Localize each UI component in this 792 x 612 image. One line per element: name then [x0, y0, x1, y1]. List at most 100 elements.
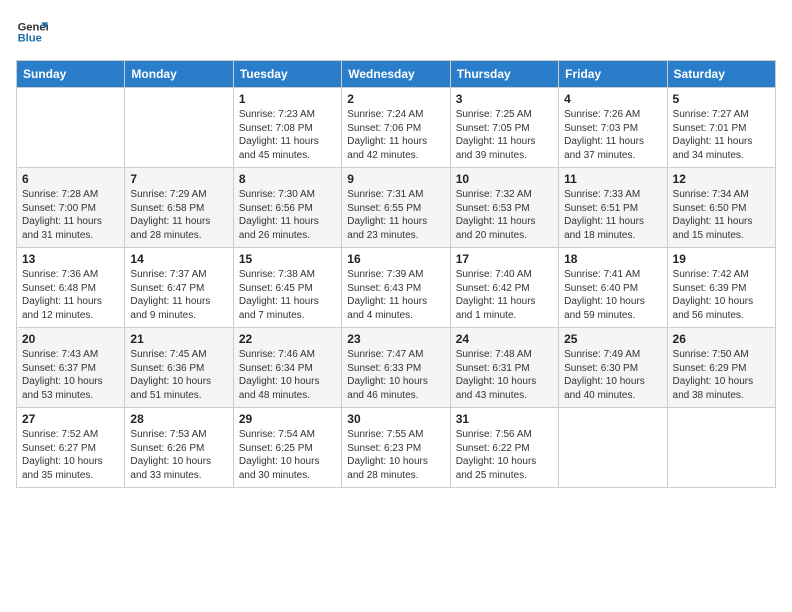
day-info: Sunrise: 7:56 AM Sunset: 6:22 PM Dayligh…: [456, 428, 553, 482]
day-info: Sunrise: 7:53 AM Sunset: 6:26 PM Dayligh…: [130, 428, 227, 482]
day-cell: 28 Sunrise: 7:53 AM Sunset: 6:26 PM Dayli…: [125, 408, 233, 488]
day-cell: 27 Sunrise: 7:52 AM Sunset: 6:27 PM Dayli…: [17, 408, 125, 488]
day-cell: 11 Sunrise: 7:33 AM Sunset: 6:51 PM Dayli…: [559, 168, 667, 248]
logo: General Blue: [16, 16, 52, 48]
day-info: Sunrise: 7:26 AM Sunset: 7:03 PM Dayligh…: [564, 108, 661, 162]
day-number: 5: [673, 92, 770, 106]
day-cell: 14 Sunrise: 7:37 AM Sunset: 6:47 PM Dayli…: [125, 248, 233, 328]
day-cell: 10Sunrise: 7:32 AM Sunset: 6:53 PM Dayli…: [450, 168, 558, 248]
day-number: 7: [130, 172, 227, 186]
day-number: 1: [239, 92, 336, 106]
day-number: 20: [22, 332, 119, 346]
day-cell: 1 Sunrise: 7:23 AM Sunset: 7:08 PM Daylig…: [233, 88, 341, 168]
day-info: Sunrise: 7:38 AM Sunset: 6:45 PM Dayligh…: [239, 268, 336, 322]
day-cell: 7 Sunrise: 7:29 AM Sunset: 6:58 PM Daylig…: [125, 168, 233, 248]
day-number: 6: [22, 172, 119, 186]
day-cell: 21Sunrise: 7:45 AM Sunset: 6:36 PM Dayli…: [125, 328, 233, 408]
day-cell: 20 Sunrise: 7:43 AM Sunset: 6:37 PM Dayli…: [17, 328, 125, 408]
day-info: Sunrise: 7:49 AM Sunset: 6:30 PM Dayligh…: [564, 348, 661, 402]
header-row: SundayMondayTuesdayWednesdayThursdayFrid…: [17, 61, 776, 88]
day-cell: 2Sunrise: 7:24 AM Sunset: 7:06 PM Daylig…: [342, 88, 450, 168]
day-info: Sunrise: 7:48 AM Sunset: 6:31 PM Dayligh…: [456, 348, 553, 402]
day-number: 9: [347, 172, 444, 186]
logo-icon: General Blue: [16, 16, 48, 48]
header-cell-sunday: Sunday: [17, 61, 125, 88]
day-number: 28: [130, 412, 227, 426]
day-cell: 15 Sunrise: 7:38 AM Sunset: 6:45 PM Dayli…: [233, 248, 341, 328]
day-info: Sunrise: 7:30 AM Sunset: 6:56 PM Dayligh…: [239, 188, 336, 242]
day-cell: 23 Sunrise: 7:47 AM Sunset: 6:33 PM Dayli…: [342, 328, 450, 408]
header-cell-tuesday: Tuesday: [233, 61, 341, 88]
day-cell: 17Sunrise: 7:40 AM Sunset: 6:42 PM Dayli…: [450, 248, 558, 328]
day-cell: 5 Sunrise: 7:27 AM Sunset: 7:01 PM Daylig…: [667, 88, 775, 168]
day-cell: 12 Sunrise: 7:34 AM Sunset: 6:50 PM Dayli…: [667, 168, 775, 248]
week-row-1: 1 Sunrise: 7:23 AM Sunset: 7:08 PM Daylig…: [17, 88, 776, 168]
day-number: 13: [22, 252, 119, 266]
week-row-2: 6 Sunrise: 7:28 AM Sunset: 7:00 PM Daylig…: [17, 168, 776, 248]
day-cell: 19Sunrise: 7:42 AM Sunset: 6:39 PM Dayli…: [667, 248, 775, 328]
day-cell: 26Sunrise: 7:50 AM Sunset: 6:29 PM Dayli…: [667, 328, 775, 408]
header-cell-saturday: Saturday: [667, 61, 775, 88]
header-cell-friday: Friday: [559, 61, 667, 88]
day-cell: 30 Sunrise: 7:55 AM Sunset: 6:23 PM Dayli…: [342, 408, 450, 488]
day-info: Sunrise: 7:33 AM Sunset: 6:51 PM Dayligh…: [564, 188, 661, 242]
day-number: 2: [347, 92, 444, 106]
day-number: 25: [564, 332, 661, 346]
day-number: 18: [564, 252, 661, 266]
day-number: 14: [130, 252, 227, 266]
day-number: 23: [347, 332, 444, 346]
day-cell: 8Sunrise: 7:30 AM Sunset: 6:56 PM Daylig…: [233, 168, 341, 248]
day-info: Sunrise: 7:45 AM Sunset: 6:36 PM Dayligh…: [130, 348, 227, 402]
day-info: Sunrise: 7:42 AM Sunset: 6:39 PM Dayligh…: [673, 268, 770, 322]
day-info: Sunrise: 7:40 AM Sunset: 6:42 PM Dayligh…: [456, 268, 553, 322]
day-info: Sunrise: 7:32 AM Sunset: 6:53 PM Dayligh…: [456, 188, 553, 242]
day-info: Sunrise: 7:43 AM Sunset: 6:37 PM Dayligh…: [22, 348, 119, 402]
day-number: 26: [673, 332, 770, 346]
day-number: 30: [347, 412, 444, 426]
day-info: Sunrise: 7:34 AM Sunset: 6:50 PM Dayligh…: [673, 188, 770, 242]
svg-text:Blue: Blue: [18, 33, 42, 45]
day-cell: 16 Sunrise: 7:39 AM Sunset: 6:43 PM Dayli…: [342, 248, 450, 328]
day-cell: 25 Sunrise: 7:49 AM Sunset: 6:30 PM Dayli…: [559, 328, 667, 408]
day-number: 12: [673, 172, 770, 186]
day-number: 31: [456, 412, 553, 426]
day-number: 24: [456, 332, 553, 346]
day-info: Sunrise: 7:27 AM Sunset: 7:01 PM Dayligh…: [673, 108, 770, 162]
day-info: Sunrise: 7:39 AM Sunset: 6:43 PM Dayligh…: [347, 268, 444, 322]
day-number: 22: [239, 332, 336, 346]
day-info: Sunrise: 7:36 AM Sunset: 6:48 PM Dayligh…: [22, 268, 119, 322]
day-cell: 18Sunrise: 7:41 AM Sunset: 6:40 PM Dayli…: [559, 248, 667, 328]
day-info: Sunrise: 7:28 AM Sunset: 7:00 PM Dayligh…: [22, 188, 119, 242]
day-info: Sunrise: 7:52 AM Sunset: 6:27 PM Dayligh…: [22, 428, 119, 482]
page-header: General Blue: [16, 16, 776, 48]
day-info: Sunrise: 7:25 AM Sunset: 7:05 PM Dayligh…: [456, 108, 553, 162]
day-number: 11: [564, 172, 661, 186]
day-cell: 29Sunrise: 7:54 AM Sunset: 6:25 PM Dayli…: [233, 408, 341, 488]
day-number: 27: [22, 412, 119, 426]
header-cell-wednesday: Wednesday: [342, 61, 450, 88]
day-cell: 13 Sunrise: 7:36 AM Sunset: 6:48 PM Dayli…: [17, 248, 125, 328]
day-cell: 22 Sunrise: 7:46 AM Sunset: 6:34 PM Dayli…: [233, 328, 341, 408]
day-cell: [667, 408, 775, 488]
day-cell: [125, 88, 233, 168]
day-cell: 6 Sunrise: 7:28 AM Sunset: 7:00 PM Daylig…: [17, 168, 125, 248]
header-cell-monday: Monday: [125, 61, 233, 88]
day-cell: 24 Sunrise: 7:48 AM Sunset: 6:31 PM Dayli…: [450, 328, 558, 408]
day-info: Sunrise: 7:31 AM Sunset: 6:55 PM Dayligh…: [347, 188, 444, 242]
calendar-table: SundayMondayTuesdayWednesdayThursdayFrid…: [16, 60, 776, 488]
day-info: Sunrise: 7:55 AM Sunset: 6:23 PM Dayligh…: [347, 428, 444, 482]
day-number: 15: [239, 252, 336, 266]
day-cell: [559, 408, 667, 488]
day-info: Sunrise: 7:29 AM Sunset: 6:58 PM Dayligh…: [130, 188, 227, 242]
day-cell: 9 Sunrise: 7:31 AM Sunset: 6:55 PM Daylig…: [342, 168, 450, 248]
day-info: Sunrise: 7:37 AM Sunset: 6:47 PM Dayligh…: [130, 268, 227, 322]
day-number: 4: [564, 92, 661, 106]
day-info: Sunrise: 7:46 AM Sunset: 6:34 PM Dayligh…: [239, 348, 336, 402]
week-row-4: 20 Sunrise: 7:43 AM Sunset: 6:37 PM Dayli…: [17, 328, 776, 408]
day-number: 16: [347, 252, 444, 266]
day-info: Sunrise: 7:47 AM Sunset: 6:33 PM Dayligh…: [347, 348, 444, 402]
week-row-5: 27 Sunrise: 7:52 AM Sunset: 6:27 PM Dayli…: [17, 408, 776, 488]
day-cell: [17, 88, 125, 168]
day-info: Sunrise: 7:23 AM Sunset: 7:08 PM Dayligh…: [239, 108, 336, 162]
day-cell: 3Sunrise: 7:25 AM Sunset: 7:05 PM Daylig…: [450, 88, 558, 168]
